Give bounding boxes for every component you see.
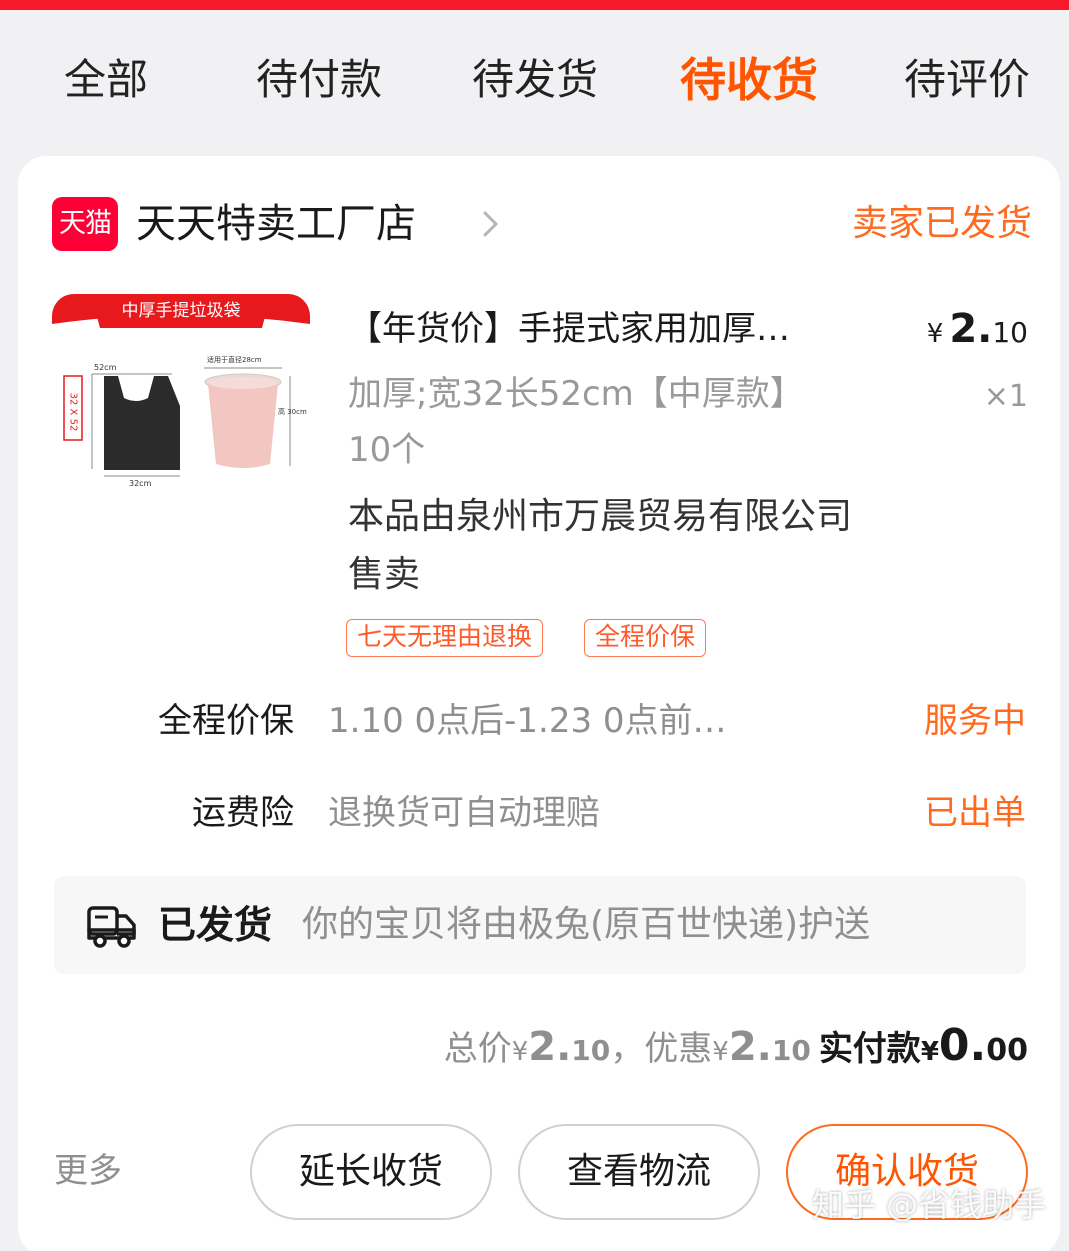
extend-receipt-button[interactable]: 延长收货 — [250, 1124, 492, 1220]
image-height-label: 52cm — [94, 363, 117, 372]
discount-integer: 2. — [728, 1024, 772, 1070]
total-label: 总价 — [443, 1029, 512, 1069]
service-row-price-protection[interactable]: 全程价保 1.10 0点后-1.23 0点前… 服务中 — [18, 691, 1060, 751]
discount-label: 优惠 — [644, 1029, 713, 1069]
paid-currency: ¥ — [920, 1037, 939, 1067]
service-label: 全程价保 — [158, 701, 294, 741]
total-currency: ¥ — [511, 1037, 529, 1067]
shipping-title: 已发货 — [158, 903, 273, 947]
view-logistics-button[interactable]: 查看物流 — [518, 1124, 760, 1220]
top-accent-bar — [0, 0, 1069, 10]
paid-label: 实付款 — [818, 1029, 921, 1069]
tab-pending-shipment[interactable]: 待发货 — [472, 40, 598, 120]
product-price: ¥2.10 — [927, 302, 1028, 361]
image-size-label: 32 X 52 — [68, 393, 79, 432]
order-status: 卖家已发货 — [851, 203, 1032, 244]
product-spec-line-2: 10个 — [348, 430, 426, 470]
watermark: 知乎 @省钱助手 — [812, 1186, 1047, 1224]
paid-integer: 0. — [938, 1020, 987, 1071]
image-bin-height-label: 高 30cm — [278, 407, 307, 416]
tag-price-protection: 全程价保 — [584, 619, 707, 657]
summary-separator: ， — [610, 1029, 645, 1069]
price-decimal: 10 — [992, 316, 1028, 349]
garbage-bag-product-icon: 中厚手提垃圾袋 52cm 32 X 52 32cm 适用于直径28cm 高 30… — [52, 294, 310, 552]
product-image[interactable]: 中厚手提垃圾袋 52cm 32 X 52 32cm 适用于直径28cm 高 30… — [52, 294, 310, 552]
image-bin-diameter-label: 适用于直径28cm — [207, 355, 262, 364]
order-tabs: 全部 待付款 待发货 待收货 待评价 — [0, 40, 1069, 120]
shipping-info[interactable]: 已发货 你的宝贝将由极兔(原百世快递)护送 — [54, 876, 1026, 974]
service-status: 已出单 — [924, 793, 1026, 833]
tmall-logo: 天猫 — [52, 197, 118, 251]
order-summary: 总价¥2.10，优惠¥2.10 实付款¥0.00 — [444, 1016, 1028, 1076]
tag-seven-day-return: 七天无理由退换 — [346, 619, 544, 657]
service-label: 运费险 — [192, 793, 294, 833]
tab-pending-receipt[interactable]: 待收货 — [680, 40, 818, 120]
service-desc: 退换货可自动理赔 — [328, 793, 600, 833]
image-width-label: 32cm — [129, 479, 152, 488]
product-quantity: ×1 — [983, 379, 1028, 414]
truck-icon — [87, 906, 136, 948]
product-seller-info: 本品由泉州市万晨贸易有限公司 售卖 — [348, 488, 948, 604]
service-desc: 1.10 0点后-1.23 0点前… — [328, 701, 727, 741]
image-banner-text: 中厚手提垃圾袋 — [122, 301, 241, 321]
discount-decimal: 10 — [771, 1034, 811, 1067]
service-row-shipping-insurance[interactable]: 运费险 退换货可自动理赔 已出单 — [18, 783, 1060, 843]
seller-line-2: 售卖 — [348, 554, 421, 595]
product-spec: 加厚;宽32长52cm【中厚款】 10个 — [348, 366, 908, 478]
order-card: 天猫 天天特卖工厂店 卖家已发货 中厚手提垃圾袋 52cm 32 X 52 32… — [18, 156, 1060, 1251]
seller-line-1: 本品由泉州市万晨贸易有限公司 — [348, 496, 853, 537]
tab-pending-payment[interactable]: 待付款 — [256, 40, 382, 120]
shop-name[interactable]: 天天特卖工厂店 — [136, 196, 416, 252]
total-integer: 2. — [528, 1024, 572, 1070]
shipping-desc: 你的宝贝将由极兔(原百世快递)护送 — [302, 904, 871, 945]
shop-header: 天猫 天天特卖工厂店 卖家已发货 — [52, 196, 1032, 252]
total-decimal: 10 — [571, 1034, 611, 1067]
discount-currency: ¥ — [712, 1037, 729, 1067]
tab-all[interactable]: 全部 — [64, 40, 148, 120]
price-currency: ¥ — [926, 319, 944, 349]
product-title[interactable]: 【年货价】手提式家用加厚… — [348, 304, 878, 354]
chevron-right-icon[interactable] — [472, 206, 508, 242]
more-button[interactable]: 更多 — [54, 1146, 122, 1196]
product-spec-line-1: 加厚;宽32长52cm【中厚款】 — [348, 374, 804, 414]
service-status: 服务中 — [924, 701, 1026, 741]
price-integer: 2. — [949, 306, 993, 352]
paid-decimal: 00 — [986, 1033, 1028, 1068]
tab-pending-review[interactable]: 待评价 — [904, 40, 1030, 120]
